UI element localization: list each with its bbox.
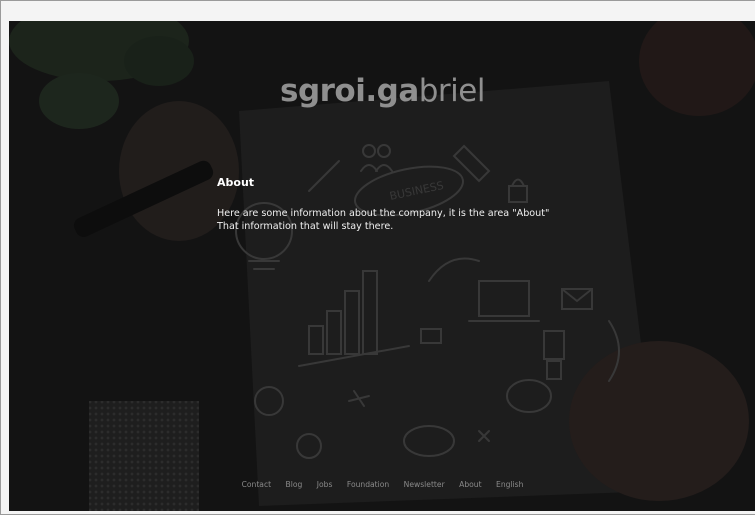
logo-light-text: briel bbox=[418, 73, 486, 109]
footer-nav: Contact Blog Jobs Foundation Newsletter … bbox=[9, 480, 755, 489]
page-content: sgroi.gabriel About Here are some inform… bbox=[9, 21, 755, 511]
footer-link-newsletter[interactable]: Newsletter bbox=[404, 480, 445, 489]
about-section: About Here are some information about th… bbox=[217, 176, 617, 233]
about-text-line-2: That information that will stay there. bbox=[217, 221, 394, 232]
footer-link-foundation[interactable]: Foundation bbox=[347, 480, 389, 489]
footer-link-blog[interactable]: Blog bbox=[286, 480, 303, 489]
page-viewport: BUSINESS sgroi.gabriel About Here are so… bbox=[9, 21, 755, 511]
footer-link-about[interactable]: About bbox=[459, 480, 481, 489]
footer-link-english[interactable]: English bbox=[496, 480, 523, 489]
site-logo[interactable]: sgroi.gabriel bbox=[9, 73, 755, 109]
logo-bold-text: sgroi.ga bbox=[280, 73, 419, 109]
browser-frame: BUSINESS sgroi.gabriel About Here are so… bbox=[0, 0, 755, 515]
about-heading: About bbox=[217, 176, 255, 189]
footer-link-contact[interactable]: Contact bbox=[242, 480, 272, 489]
about-text-line-1: Here are some information about the comp… bbox=[217, 208, 550, 219]
footer-link-jobs[interactable]: Jobs bbox=[317, 480, 333, 489]
